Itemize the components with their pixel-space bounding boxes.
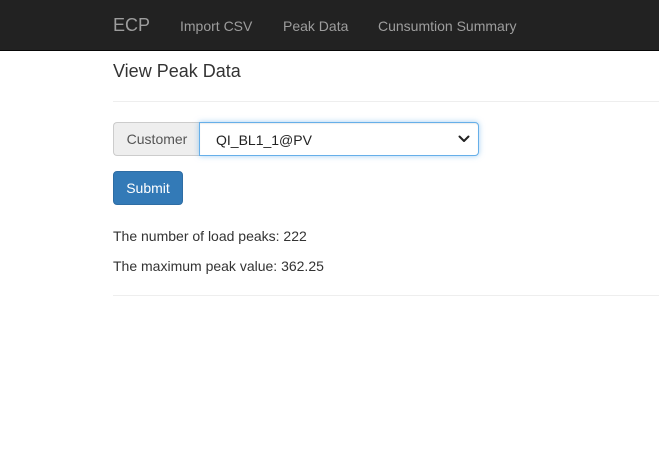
divider-bottom (113, 295, 659, 296)
customer-select-value: QI_BL1_1@PV (216, 132, 312, 148)
submit-button[interactable]: Submit (113, 171, 183, 205)
customer-select[interactable]: QI_BL1_1@PV (199, 122, 479, 156)
nav-consumption-summary[interactable]: Cunsumtion Summary (378, 17, 517, 35)
customer-label: Customer (113, 122, 200, 156)
nav-peak-data[interactable]: Peak Data (283, 17, 348, 35)
customer-input-group: Customer QI_BL1_1@PV (113, 122, 479, 156)
load-peaks-count: The number of load peaks: 222 (113, 228, 307, 244)
divider-top (113, 101, 659, 102)
max-peak-value: The maximum peak value: 362.25 (113, 258, 324, 274)
page-title: View Peak Data (113, 61, 241, 81)
chevron-down-icon (458, 135, 470, 142)
navbar: ECP Import CSV Peak Data Cunsumtion Summ… (0, 0, 659, 51)
brand-link[interactable]: ECP (113, 15, 150, 35)
nav-import-csv[interactable]: Import CSV (180, 17, 252, 35)
